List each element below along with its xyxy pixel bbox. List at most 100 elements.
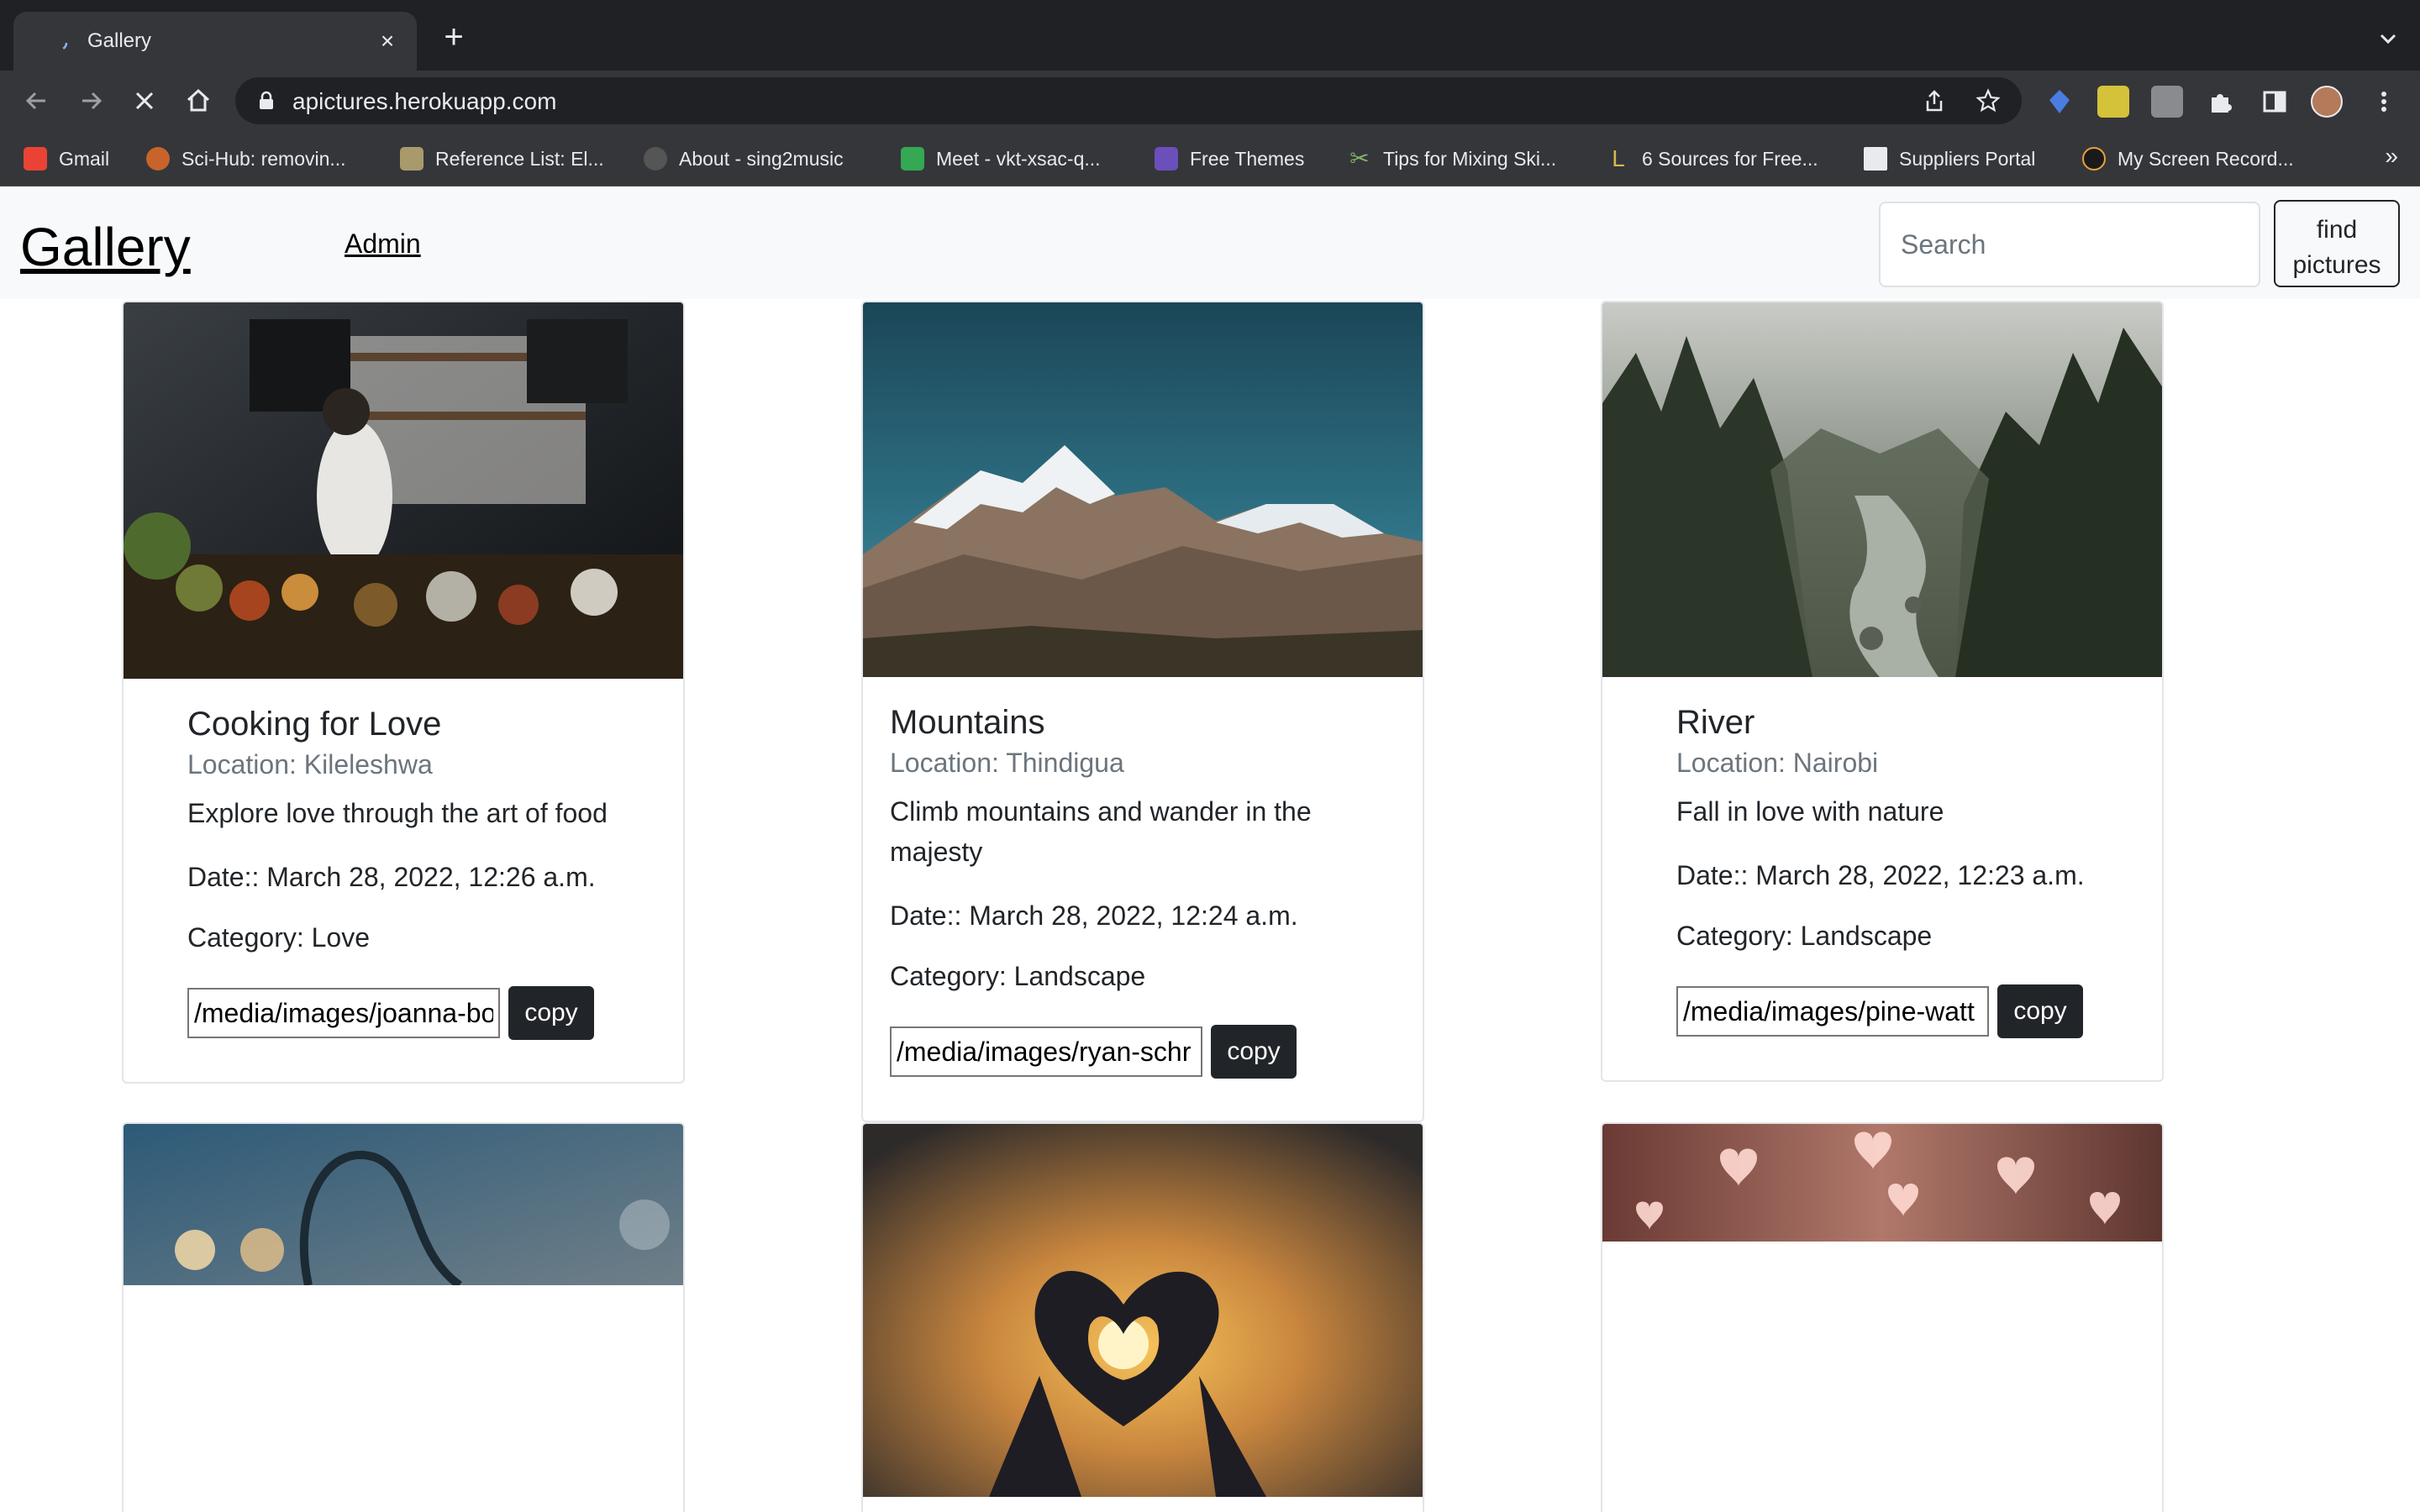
card-date: Date:: March 28, 2022, 12:26 a.m. bbox=[187, 862, 596, 892]
card-category: Category: Love bbox=[187, 922, 371, 953]
bookmark-label: 6 Sources for Free... bbox=[1642, 147, 1818, 170]
bookmark-free-themes[interactable]: Free Themes bbox=[1155, 144, 1304, 173]
bookmark-label: Free Themes bbox=[1190, 147, 1305, 170]
bookmark-label: Gmail bbox=[59, 147, 110, 170]
extension-shield-icon[interactable] bbox=[2044, 86, 2075, 118]
kebab-menu-icon[interactable] bbox=[2368, 86, 2400, 118]
brand-link[interactable]: Gallery bbox=[20, 217, 191, 277]
image-path-input[interactable] bbox=[1676, 986, 1989, 1037]
new-tab-icon[interactable]: + bbox=[437, 20, 471, 55]
home-icon[interactable] bbox=[180, 82, 217, 119]
l-icon: L bbox=[1612, 145, 1625, 171]
bookmark-screen-recorder[interactable]: My Screen Record... bbox=[2082, 144, 2294, 173]
share-icon[interactable] bbox=[1921, 87, 1948, 114]
bookmark-label: My Screen Record... bbox=[2118, 147, 2294, 170]
card-image bbox=[124, 302, 683, 679]
admin-link[interactable]: Admin bbox=[345, 227, 421, 260]
gallery-card: River Location: Nairobi Fall in love wit… bbox=[1601, 301, 2164, 1082]
card-date: Date:: March 28, 2022, 12:23 a.m. bbox=[1676, 860, 2085, 890]
card-image bbox=[1602, 1124, 2162, 1242]
more-bookmarks-icon[interactable]: » bbox=[2385, 143, 2398, 170]
card-description: Fall in love with nature bbox=[1676, 796, 1944, 827]
browser-tab-gallery[interactable]: Gallery × bbox=[13, 12, 417, 71]
find-button-label-line1: find bbox=[2316, 216, 2358, 244]
sing2music-icon bbox=[644, 147, 667, 171]
card-title: Mountains bbox=[890, 704, 1045, 741]
gallery-card bbox=[1601, 1122, 2164, 1512]
card-location: Location: Kileleshwa bbox=[187, 749, 433, 780]
bookmark-label: Reference List: El... bbox=[435, 147, 604, 170]
browser-toolbar: apictures.herokuapp.com bbox=[0, 71, 2420, 131]
tab-close-icon[interactable]: × bbox=[373, 27, 402, 55]
bookmark-label: Suppliers Portal bbox=[1899, 147, 2036, 170]
back-icon[interactable] bbox=[18, 82, 55, 119]
copy-button[interactable]: copy bbox=[508, 986, 594, 1040]
card-image bbox=[124, 1124, 683, 1285]
card-location: Location: Thindigua bbox=[890, 748, 1124, 778]
stop-loading-icon[interactable] bbox=[126, 82, 163, 119]
bookmark-star-icon[interactable] bbox=[1975, 87, 2002, 114]
recorder-icon bbox=[2082, 147, 2106, 171]
loading-icon bbox=[51, 34, 68, 51]
bookmarks-bar: Gmail Sci-Hub: removin... Reference List… bbox=[0, 131, 2420, 186]
card-location: Location: Nairobi bbox=[1676, 748, 1879, 778]
card-body: River Location: Nairobi Fall in love wit… bbox=[1676, 702, 2147, 1038]
chevron-down-icon[interactable] bbox=[2375, 25, 2402, 52]
forward-icon[interactable] bbox=[72, 82, 109, 119]
copy-button[interactable]: copy bbox=[1211, 1025, 1297, 1079]
extension-yellow-icon[interactable] bbox=[2097, 86, 2129, 118]
browser-tab-strip: Gallery × + bbox=[0, 0, 2420, 71]
gmail-icon bbox=[24, 147, 47, 171]
image-path-input[interactable] bbox=[890, 1026, 1202, 1077]
gallery-card bbox=[861, 1122, 1424, 1512]
meet-icon bbox=[901, 147, 924, 171]
address-bar[interactable]: apictures.herokuapp.com bbox=[235, 77, 2022, 124]
bookmark-label: About - sing2music bbox=[679, 147, 844, 170]
find-pictures-button[interactable]: find pictures bbox=[2274, 200, 2400, 287]
bookmark-scihub[interactable]: Sci-Hub: removin... bbox=[146, 144, 346, 173]
card-title: Cooking for Love bbox=[187, 706, 442, 743]
card-body: Mountains Location: Thindigua Climb moun… bbox=[890, 702, 1394, 1079]
card-description: Explore love through the art of food bbox=[187, 798, 608, 828]
puzzle-icon[interactable] bbox=[2205, 86, 2237, 118]
card-category: Category: Landscape bbox=[890, 961, 1146, 991]
purdue-icon bbox=[400, 147, 424, 171]
extension-grey-icon[interactable] bbox=[2151, 86, 2183, 118]
bookmark-sing2music[interactable]: About - sing2music bbox=[644, 144, 844, 173]
bookmark-label: Sci-Hub: removin... bbox=[182, 147, 346, 170]
copy-row: copy bbox=[1676, 984, 2147, 1038]
bookmark-meet[interactable]: Meet - vkt-xsac-q... bbox=[901, 144, 1101, 173]
document-icon bbox=[1864, 147, 1887, 171]
gallery-card: Cooking for Love Location: Kileleshwa Ex… bbox=[122, 301, 685, 1084]
url-text: apictures.herokuapp.com bbox=[292, 88, 557, 114]
bookmark-gmail[interactable]: Gmail bbox=[24, 144, 109, 173]
image-path-input[interactable] bbox=[187, 988, 500, 1038]
card-category: Category: Landscape bbox=[1676, 921, 1933, 951]
tab-title: Gallery bbox=[87, 29, 152, 52]
side-panel-icon[interactable] bbox=[2259, 86, 2291, 118]
copy-row: copy bbox=[890, 1025, 1394, 1079]
bookmark-label: Meet - vkt-xsac-q... bbox=[936, 147, 1101, 170]
scihub-icon bbox=[146, 147, 170, 171]
find-button-label-line2: pictures bbox=[2292, 251, 2381, 279]
bookmark-6-sources[interactable]: L 6 Sources for Free... bbox=[1607, 144, 1818, 173]
gallery-card bbox=[122, 1122, 685, 1512]
scissors-icon: ✂ bbox=[1349, 145, 1370, 171]
search-input[interactable] bbox=[1879, 202, 2260, 287]
card-description: Climb mountains and wander in the majest… bbox=[890, 796, 1312, 867]
bookmark-suppliers-portal[interactable]: Suppliers Portal bbox=[1864, 144, 2035, 173]
card-body: Cooking for Love Location: Kileleshwa Ex… bbox=[187, 704, 658, 1040]
card-date: Date:: March 28, 2022, 12:24 a.m. bbox=[890, 900, 1298, 931]
bookmark-tips-mixing[interactable]: ✂ Tips for Mixing Ski... bbox=[1348, 144, 1556, 173]
card-image bbox=[863, 302, 1423, 677]
bookmark-reference-list[interactable]: Reference List: El... bbox=[400, 144, 604, 173]
card-title: River bbox=[1676, 704, 1755, 741]
card-image bbox=[1602, 302, 2162, 677]
copy-button[interactable]: copy bbox=[1997, 984, 2083, 1038]
bookmark-label: Tips for Mixing Ski... bbox=[1383, 147, 1557, 170]
gallery-card: Mountains Location: Thindigua Climb moun… bbox=[861, 301, 1424, 1122]
copy-row: copy bbox=[187, 986, 658, 1040]
profile-avatar[interactable] bbox=[2311, 86, 2343, 118]
lock-icon[interactable] bbox=[257, 91, 276, 111]
colorlib-icon bbox=[1155, 147, 1178, 171]
